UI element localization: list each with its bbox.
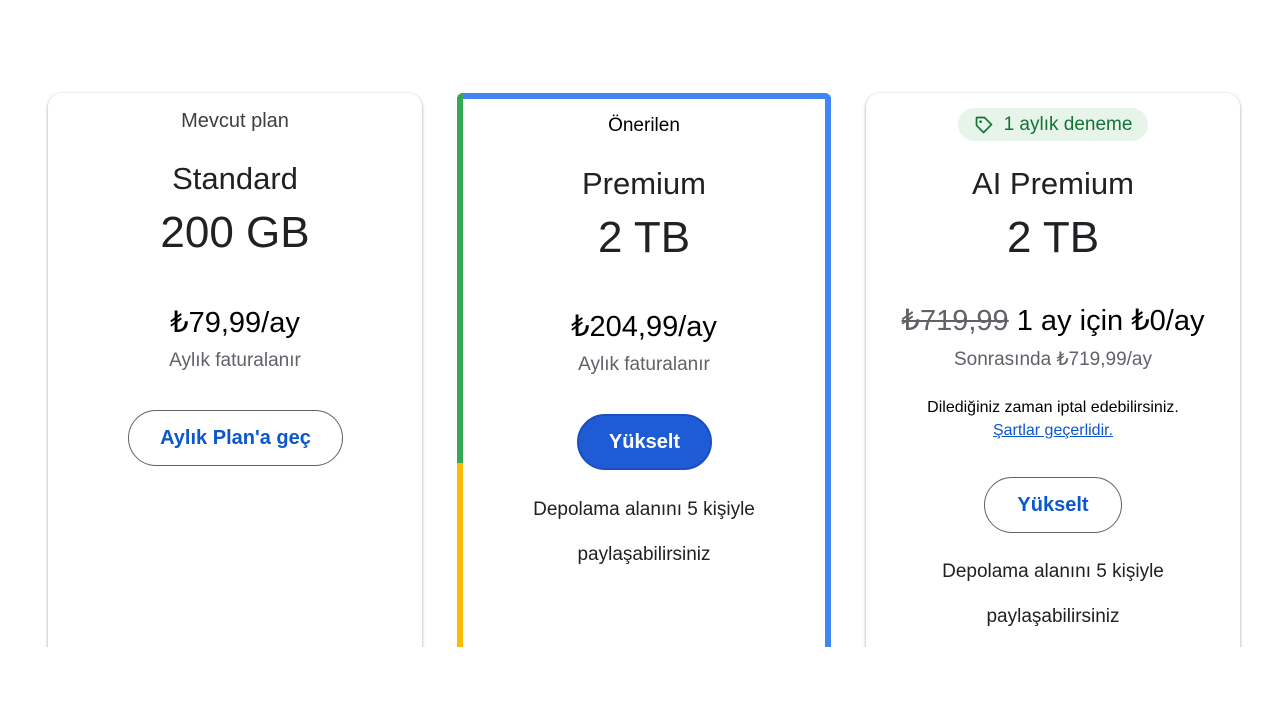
plan-card-ai-premium: 1 aylık deneme AI Premium 2 TB ₺719,99 1… [866,93,1240,647]
trial-badge: 1 aylık deneme [958,108,1148,141]
plans-viewport: Mevcut plan Standard 200 GB ₺79,99/ay Ay… [0,0,1280,647]
tag-icon [975,116,992,133]
feature-text-line1: Depolama alanını 5 kişiyle [942,561,1164,582]
recommended-label: Önerilen [608,115,680,136]
upgrade-button[interactable]: Yükselt [577,414,712,470]
plan-billing: Aylık faturalanır [169,350,301,371]
plan-price: ₺79,99/ay [170,307,300,339]
feature-text-line2: paylaşabilirsiniz [577,544,711,565]
plan-storage: 2 TB [1006,213,1100,262]
trial-price: 1 ay için ₺0/ay [1016,305,1205,337]
switch-monthly-plan-button[interactable]: Aylık Plan'a geç [128,410,343,466]
plan-billing: Aylık faturalanır [578,354,710,375]
plan-name: AI Premium [972,166,1134,201]
plan-storage: 200 GB [160,208,310,257]
trial-badge-label: 1 aylık deneme [1003,113,1133,135]
terms-link-container: Şartlar geçerlidir. [866,422,1240,440]
terms-link[interactable]: Şartlar geçerlidir. [993,422,1113,439]
current-plan-label: Mevcut plan [181,110,289,132]
upgrade-button[interactable]: Yükselt [984,477,1122,533]
plan-name: Premium [581,166,706,201]
feature-text-line1: Depolama alanını 5 kişiyle [533,499,755,520]
plan-card-premium: Önerilen Premium 2 TB ₺204,99/ay Aylık f… [457,93,831,647]
plan-price-line: ₺719,99 1 ay için ₺0/ay [866,303,1240,338]
cancel-anytime-note: Dilediğiniz zaman iptal edebilirsiniz. [927,399,1179,416]
plan-name: Standard [172,161,298,196]
feature-text-line2: paylaşabilirsiniz [986,606,1120,627]
old-price: ₺719,99 [901,305,1009,337]
plan-card-standard: Mevcut plan Standard 200 GB ₺79,99/ay Ay… [48,93,422,647]
plan-price: ₺204,99/ay [571,311,717,343]
plan-storage: 2 TB [597,213,691,262]
plan-billing: Sonrasında ₺719,99/ay [953,349,1152,370]
